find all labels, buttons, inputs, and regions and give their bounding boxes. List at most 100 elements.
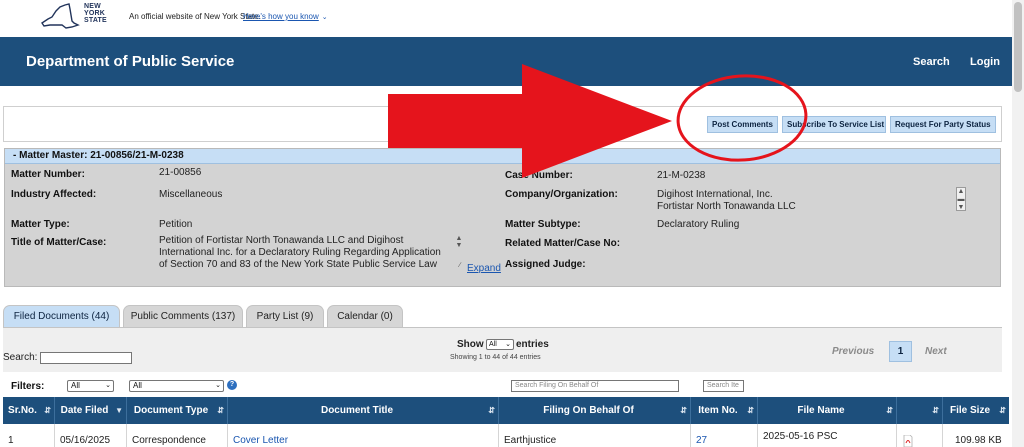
sort-icon: ⇵ (999, 406, 1006, 415)
industry-label: Industry Affected: (11, 189, 97, 200)
cell-link-wrap[interactable]: 27⧉ (696, 435, 711, 447)
matter-subtype-label: Matter Subtype: (505, 219, 581, 230)
column-header-file-type[interactable]: ⇵ (897, 397, 943, 424)
tab-public-comments[interactable]: Public Comments (137) (123, 305, 243, 328)
title-line: Petition of Fortistar North Tonawanda LL… (159, 235, 404, 246)
tab-filed-documents[interactable]: Filed Documents (44) (3, 305, 120, 328)
cell-text: 1 (8, 435, 14, 446)
cell-text: 2025-05-16 PSC (763, 431, 838, 442)
show-label: Show (457, 339, 484, 350)
column-header-file-name[interactable]: File Name ⇵ (758, 397, 897, 424)
entries-label: entries (516, 339, 549, 350)
column-header-document-title[interactable]: Document Title ⇵ (228, 397, 499, 424)
item-number-link[interactable]: 27 (696, 435, 707, 446)
title-of-matter-label: Title of Matter/Case: (11, 237, 107, 248)
page-scrollbar[interactable] (1012, 0, 1024, 447)
tab-party-list[interactable]: Party List (9) (246, 305, 324, 328)
header-search-link[interactable]: Search (913, 56, 950, 68)
gov-banner: NEW YORK STATE An official website of Ne… (0, 0, 1012, 36)
cell-filing-on-behalf-of: Earthjustice (499, 424, 691, 447)
scrollbar-thumb[interactable] (1014, 2, 1022, 92)
case-number-label: Case Number: (505, 170, 573, 181)
post-comments-button[interactable]: Post Comments (707, 116, 778, 133)
filters-label: Filters: (11, 381, 45, 392)
pagination-previous[interactable]: Previous (832, 346, 874, 357)
title-line: International Inc. for a Declaratory Rul… (159, 247, 441, 258)
column-header-sr-no[interactable]: Sr.No. ⇵ (3, 397, 55, 424)
entries-select[interactable]: All ⌄ (486, 339, 514, 350)
logo-word-state: STATE (84, 17, 107, 24)
department-title[interactable]: Department of Public Service (26, 53, 234, 70)
filter-date-select[interactable]: All ⌄ (67, 380, 114, 392)
sort-icon: ⇵ (932, 406, 939, 415)
matter-panel: - Matter Master: 21-00856/21-M-0238 Matt… (4, 148, 1001, 287)
chevron-down-icon: ⌄ (105, 382, 111, 389)
chevron-down-icon: ⌄ (321, 14, 328, 21)
company-list-scroll-icon[interactable]: ▲ ▬ ▼ (956, 187, 966, 211)
company-label: Company/Organization: (505, 189, 618, 200)
help-icon[interactable]: ? (227, 380, 237, 390)
item-number-search-input[interactable]: Search Ite (703, 380, 744, 392)
cell-file-size: 109.98 KB (943, 424, 1009, 447)
column-label: Document Type (133, 405, 209, 416)
document-title-link[interactable]: Cover Letter (233, 435, 288, 446)
filter-date-value: All (71, 381, 80, 390)
pagination-next[interactable]: Next (925, 346, 947, 357)
matter-master-heading[interactable]: - Matter Master: 21-00856/21-M-0238 (5, 149, 1000, 164)
sort-icon: ⇵ (747, 406, 754, 415)
request-party-status-button[interactable]: Request For Party Status (890, 116, 996, 133)
filter-document-type-value: All (133, 381, 142, 390)
ny-state-logo[interactable]: NEW YORK STATE (38, 1, 118, 33)
company-line: Digihost International, Inc. (657, 189, 773, 200)
industry-value: Miscellaneous (159, 189, 223, 200)
sort-icon: ⇵ (886, 406, 893, 415)
sort-icon: ⇵ (488, 406, 495, 415)
filter-document-type-select[interactable]: All ⌄ (129, 380, 224, 392)
pagination-page-1[interactable]: 1 (889, 341, 912, 362)
title-line: of Section 70 and 83 of the New York Sta… (159, 259, 437, 270)
column-header-file-size[interactable]: File Size ⇵ (943, 397, 1009, 424)
cell-link-wrap[interactable]: Cover Letter⧉ (233, 435, 288, 447)
cell-document-title[interactable]: Cover Letter⧉ (228, 424, 499, 447)
column-header-date-filed[interactable]: Date Filed ▼ (55, 397, 127, 424)
logo-word-york: YORK (84, 10, 106, 17)
cell-document-type: Correspondence (127, 424, 228, 447)
subscribe-service-list-button[interactable]: Subscribe To Service List (782, 116, 886, 133)
tab-calendar[interactable]: Calendar (0) (327, 305, 403, 328)
resize-handle-icon[interactable]: ∕ (455, 262, 465, 269)
related-matter-label: Related Matter/Case No: (505, 238, 621, 249)
header-login-link[interactable]: Login (970, 56, 1000, 68)
matter-type-value: Petition (159, 219, 193, 230)
cell-text: 05/16/2025 (60, 435, 111, 446)
expand-link[interactable]: Expand (467, 263, 501, 274)
textarea-scroll-arrows-icon[interactable]: ▲ ▼ (454, 235, 464, 249)
sort-icon: ⇵ (217, 406, 224, 415)
sort-icon: ⇵ (44, 406, 51, 415)
column-header-filing-on-behalf-of[interactable]: Filing On Behalf Of ⇵ (499, 397, 691, 424)
site-header: Department of Public Service Search Logi… (0, 37, 1012, 86)
column-label: Date Filed (60, 405, 109, 416)
column-header-item-no[interactable]: Item No. ⇵ (691, 397, 758, 424)
table-search-label: Search: (3, 352, 38, 363)
how-you-know-link[interactable]: Here's how you know ⌄ (243, 12, 328, 21)
column-label: Document Title (320, 405, 394, 416)
sort-descending-icon: ▼ (115, 406, 123, 415)
filing-on-behalf-search-input[interactable]: Search Filing On Behalf Of (511, 380, 679, 392)
cell-date-filed: 05/16/2025 (55, 424, 127, 447)
official-website-text: An official website of New York State. (129, 12, 261, 21)
column-label: File Name (797, 405, 845, 416)
table-search-input[interactable] (40, 352, 132, 364)
column-label: File Size (949, 405, 990, 416)
cell-sr-no: 1 (3, 424, 55, 447)
matter-type-label: Matter Type: (11, 219, 70, 230)
case-number-value: 21-M-0238 (657, 170, 706, 181)
company-line: Fortistar North Tonawanda LLC (657, 201, 796, 212)
column-header-document-type[interactable]: Document Type ⇵ (127, 397, 228, 424)
column-label: Item No. (698, 405, 738, 416)
ny-state-map-icon (41, 3, 80, 29)
pdf-file-icon[interactable] (903, 435, 913, 447)
sort-icon: ⇵ (680, 406, 687, 415)
column-label: Filing On Behalf Of (543, 405, 634, 416)
matter-number-value: 21-00856 (159, 167, 202, 178)
cell-item-no[interactable]: 27⧉ (691, 424, 758, 447)
